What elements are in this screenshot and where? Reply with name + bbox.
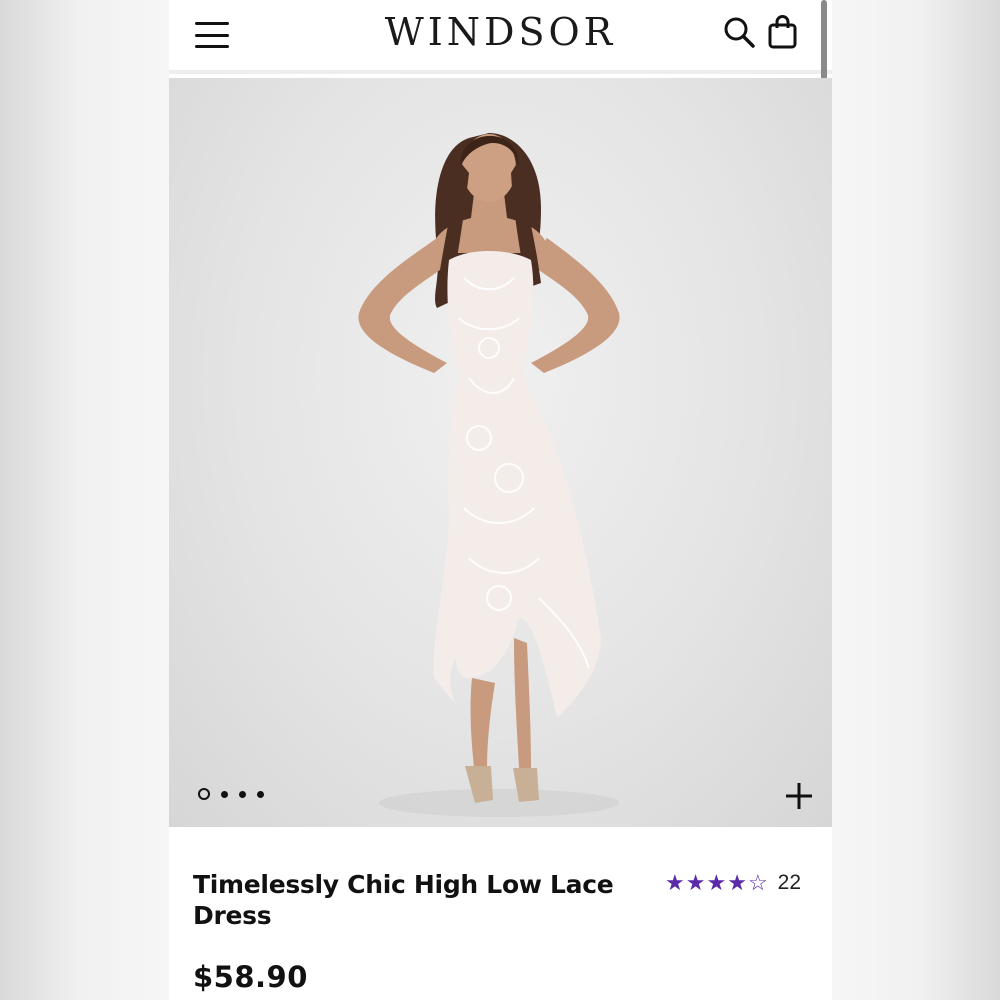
- star-empty-icon: ☆: [747, 870, 768, 895]
- gallery-pagination: [198, 788, 264, 800]
- product-rating[interactable]: ★ ★ ★ ★ ☆ 22: [665, 871, 801, 895]
- phone-screen: WINDSOR Timelessly Chic High Low Lace Dr…: [169, 0, 832, 1000]
- gallery-dot[interactable]: [221, 790, 228, 798]
- shopping-bag-icon[interactable]: [766, 14, 800, 50]
- plus-icon[interactable]: [783, 780, 815, 812]
- site-header: WINDSOR: [169, 0, 832, 112]
- gallery-dot[interactable]: [257, 790, 264, 798]
- product-price: $58.90: [193, 960, 308, 994]
- gallery-dot[interactable]: [239, 790, 246, 798]
- product-title: Timelessly Chic High Low Lace Dress: [193, 870, 614, 930]
- star-filled-icon: ★: [685, 870, 706, 895]
- star-filled-icon: ★: [706, 870, 727, 895]
- star-filled-icon: ★: [727, 870, 747, 895]
- product-info: Timelessly Chic High Low Lace Dress ★ ★ …: [169, 827, 832, 1000]
- gallery-dot[interactable]: [198, 788, 210, 800]
- search-icon[interactable]: [721, 14, 757, 50]
- product-image[interactable]: [169, 78, 832, 827]
- review-count[interactable]: 22: [778, 871, 801, 895]
- star-filled-icon: ★: [665, 870, 685, 895]
- star-rating: ★ ★ ★ ★ ☆: [665, 872, 768, 894]
- model-photo-illustration: [358, 133, 620, 817]
